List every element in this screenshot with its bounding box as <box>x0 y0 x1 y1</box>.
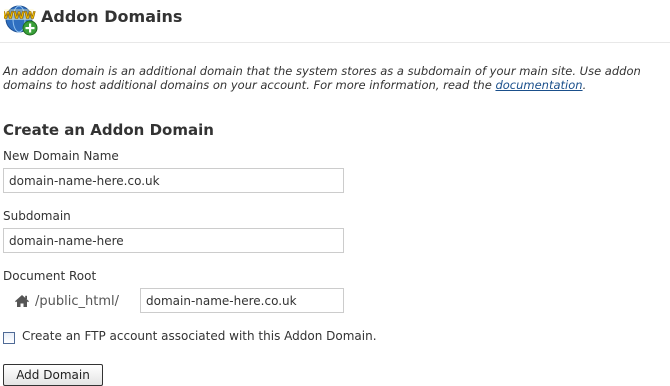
add-domain-button[interactable]: Add Domain <box>3 364 103 386</box>
description-line-2-end: . <box>582 78 587 92</box>
new-domain-input[interactable] <box>3 168 344 193</box>
documentation-link[interactable]: documentation <box>495 78 582 92</box>
section-title: Create an Addon Domain <box>3 121 214 139</box>
subdomain-label: Subdomain <box>3 209 71 223</box>
description-line-1: An addon domain is an additional domain … <box>3 64 641 78</box>
new-domain-label: New Domain Name <box>3 149 119 163</box>
document-root-prefix: /public_html/ <box>14 292 119 310</box>
home-icon <box>15 295 29 307</box>
ftp-account-label: Create an FTP account associated with th… <box>22 329 377 343</box>
document-root-label: Document Root <box>3 269 97 283</box>
page-title: Addon Domains <box>41 7 183 26</box>
page-description: An addon domain is an additional domain … <box>3 64 670 92</box>
logo-text: WWW <box>4 11 36 22</box>
description-line-2-text: domains to host additional domains on yo… <box>3 78 496 92</box>
description-line-2: domains to host additional domains on yo… <box>3 78 670 92</box>
page-header: WWW Addon Domains <box>4 2 670 36</box>
document-root-input[interactable] <box>140 288 344 313</box>
ftp-account-checkbox[interactable] <box>3 332 15 344</box>
header-divider <box>0 42 670 43</box>
subdomain-input[interactable] <box>3 228 344 253</box>
document-root-prefix-text: /public_html/ <box>35 293 119 309</box>
www-globe-add-icon: WWW <box>4 5 38 36</box>
ftp-account-option: Create an FTP account associated with th… <box>3 328 377 344</box>
